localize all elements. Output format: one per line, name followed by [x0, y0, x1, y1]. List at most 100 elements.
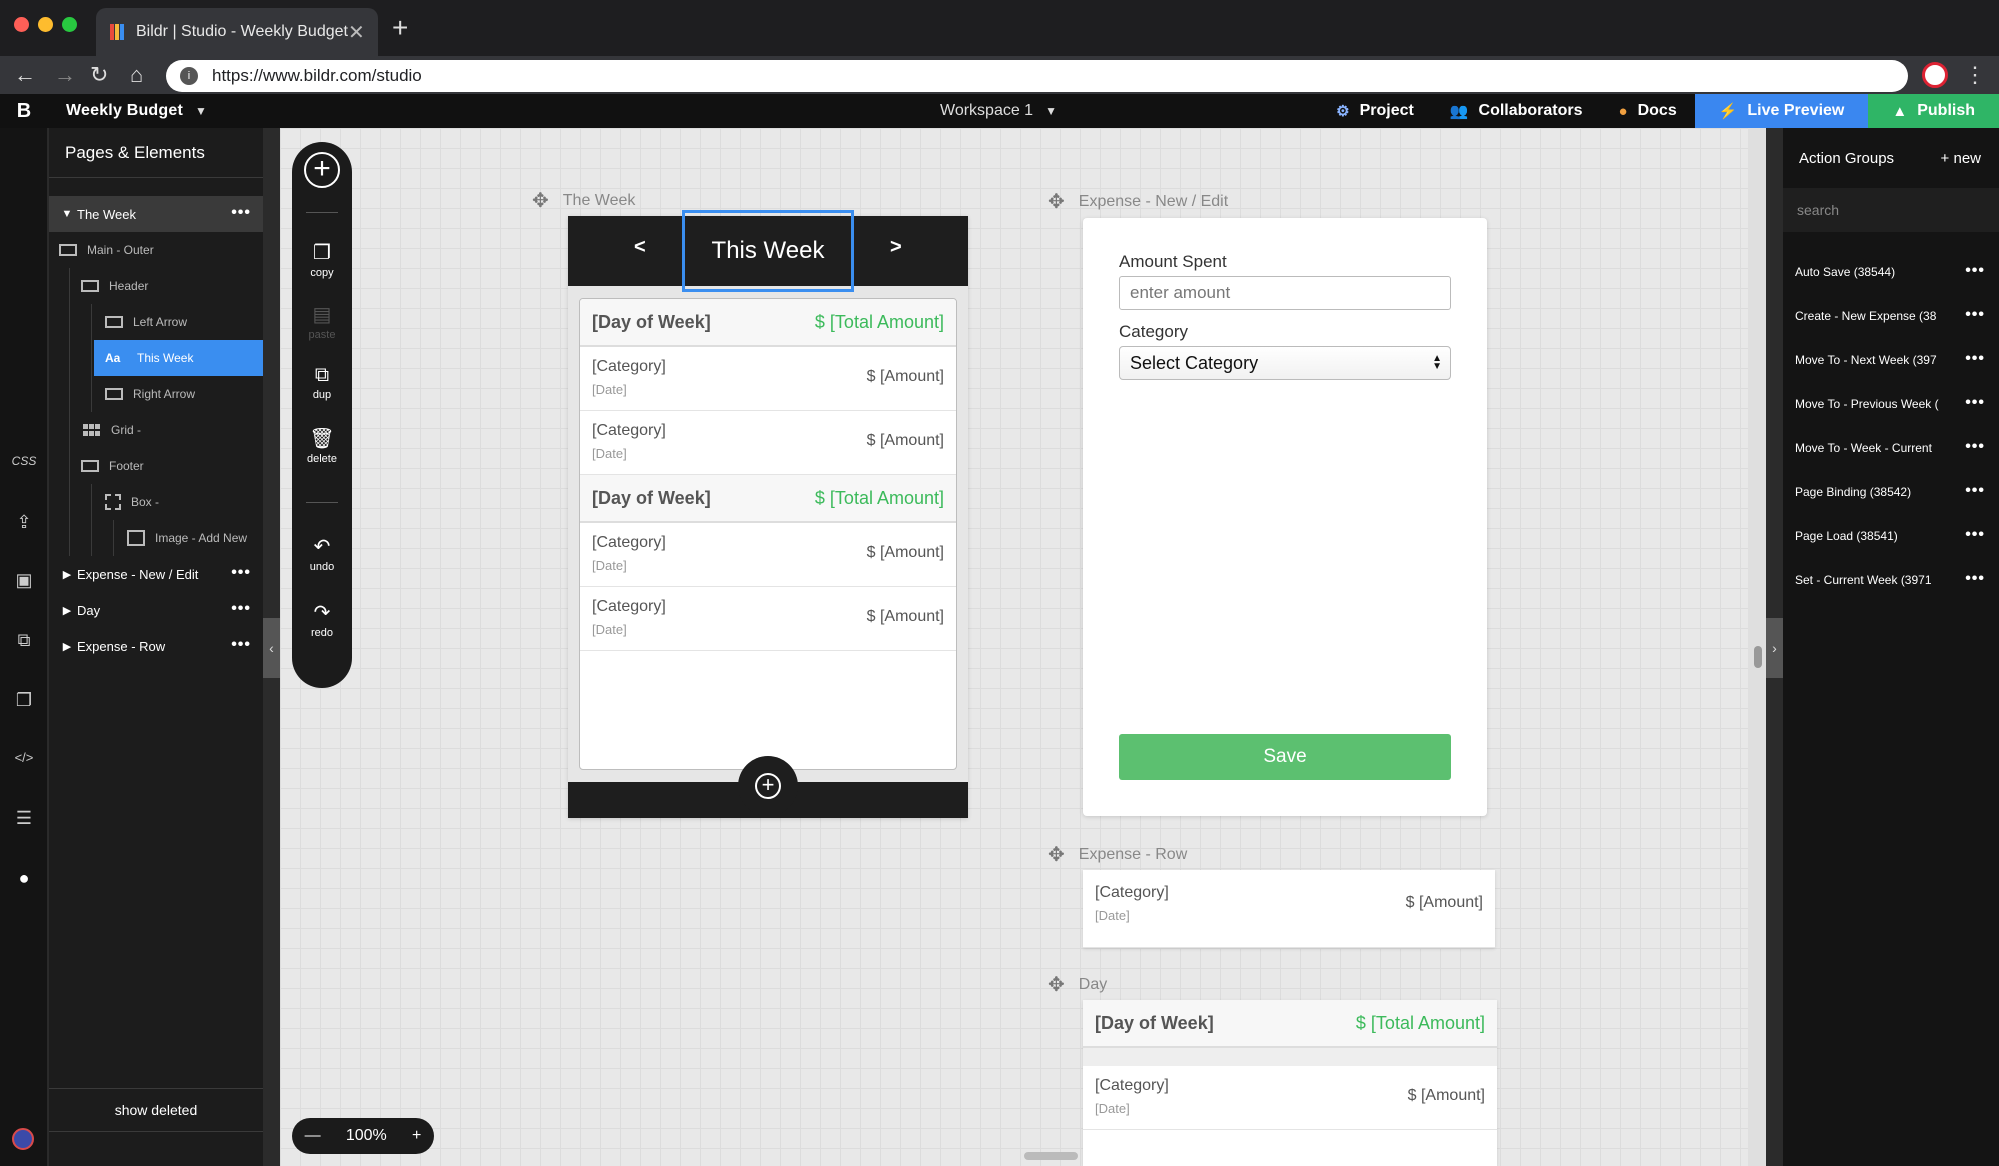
move-icon[interactable]: ✥ [1048, 189, 1065, 214]
database-icon[interactable]: ☰ [0, 808, 48, 829]
expense-row[interactable]: [Category] [Date] $ [Amount] [580, 411, 956, 475]
collapse-left-panel-button[interactable]: ‹ [263, 618, 280, 678]
day-row[interactable]: [Day of Week] $ [Total Amount] [580, 299, 956, 347]
url-text[interactable]: https://www.bildr.com/studio [212, 66, 422, 86]
frame-label-the-week[interactable]: ✥ The Week [532, 188, 635, 213]
tree-page-the-week[interactable]: ▼ The Week ••• [49, 196, 263, 232]
tree-page-day[interactable]: ▶ Day ••• [49, 592, 263, 628]
tree-page-expense-new-edit[interactable]: ▶ Expense - New / Edit ••• [49, 556, 263, 592]
address-bar[interactable]: i https://www.bildr.com/studio [166, 60, 1908, 92]
add-element-button[interactable]: + [304, 152, 340, 188]
collapse-right-panel-button[interactable]: › [1766, 618, 1783, 678]
tree-element-box[interactable]: Box - [49, 484, 263, 520]
tree-element-right-arrow[interactable]: Right Arrow [49, 376, 263, 412]
action-group-item[interactable]: Page Load (38541) ••• [1783, 514, 1999, 558]
caret-right-icon[interactable]: ▶ [57, 568, 77, 581]
design-canvas[interactable] [280, 128, 1766, 1166]
expense-row[interactable]: [Category] [Date] $ [Amount] [580, 587, 956, 651]
action-group-item[interactable]: Auto Save (38544) ••• [1783, 250, 1999, 294]
more-options-icon[interactable]: ••• [231, 636, 251, 654]
user-icon[interactable]: ● [0, 868, 48, 889]
browser-menu-icon[interactable]: ⋮ [1964, 60, 1986, 90]
pages-icon[interactable]: ❐ [0, 690, 48, 711]
horizontal-scrollbar[interactable] [1024, 1152, 1078, 1160]
expense-row-frame[interactable]: [Category] [Date] $ [Amount] [1083, 870, 1495, 948]
project-selector[interactable]: Weekly Budget ▼ [66, 94, 207, 128]
workspace-selector[interactable]: Workspace 1 ▼ [940, 94, 1057, 128]
more-options-icon[interactable]: ••• [231, 204, 251, 222]
forward-arrow-icon[interactable]: → [54, 60, 76, 90]
collaborators-button[interactable]: 👥 Collaborators [1432, 94, 1601, 128]
more-options-icon[interactable]: ••• [1965, 350, 1985, 368]
frame-label-day[interactable]: ✥ Day [1048, 972, 1107, 997]
more-options-icon[interactable]: ••• [1965, 570, 1985, 588]
profile-avatar[interactable] [1922, 62, 1948, 88]
publish-button[interactable]: ▲ Publish [1868, 94, 1999, 128]
the-week-frame[interactable]: < This Week > [Day of Week] $ [Total Amo… [568, 210, 968, 818]
tab-close-icon[interactable]: ✕ [348, 20, 365, 45]
live-preview-button[interactable]: ⚡ Live Preview [1694, 94, 1869, 128]
upload-icon[interactable]: ⇪ [0, 512, 48, 533]
more-options-icon[interactable]: ••• [231, 564, 251, 582]
more-options-icon[interactable]: ••• [1965, 526, 1985, 544]
category-select[interactable]: Select Category ▲ ▼ [1119, 346, 1451, 380]
zoom-out-button[interactable]: — [305, 1127, 321, 1145]
tree-page-expense-row[interactable]: ▶ Expense - Row ••• [49, 628, 263, 664]
caret-right-icon[interactable]: ▶ [57, 604, 77, 617]
day-frame[interactable]: [Day of Week] $ [Total Amount] [Category… [1083, 1000, 1497, 1166]
expense-row[interactable]: [Category] [Date] $ [Amount] [580, 523, 956, 587]
project-button[interactable]: ⚙ Project [1318, 94, 1432, 128]
more-options-icon[interactable]: ••• [1965, 394, 1985, 412]
bildr-logo[interactable]: B [0, 94, 48, 128]
action-groups-search[interactable]: search [1783, 188, 1999, 232]
more-options-icon[interactable]: ••• [1965, 262, 1985, 280]
paste-button[interactable]: ▤ paste [292, 302, 352, 341]
window-close-button[interactable] [14, 17, 29, 32]
window-maximize-button[interactable] [62, 17, 77, 32]
delete-button[interactable]: 🗑 delete [292, 426, 352, 465]
action-group-item[interactable]: Move To - Previous Week (••• [1783, 382, 1999, 426]
show-deleted-button[interactable]: show deleted [49, 1088, 263, 1132]
more-options-icon[interactable]: ••• [1965, 306, 1985, 324]
tree-element-main-outer[interactable]: Main - Outer [49, 232, 263, 268]
expense-new-edit-frame[interactable]: Amount Spent Category Select Category ▲▼… [1083, 218, 1487, 816]
action-group-item[interactable]: Move To - Week - Current ••• [1783, 426, 1999, 470]
add-expense-button[interactable]: + [738, 756, 798, 816]
new-tab-button[interactable]: + [392, 12, 408, 44]
left-arrow-button[interactable]: < [634, 236, 646, 259]
duplicate-button[interactable]: ⧉ dup [292, 364, 352, 401]
week-grid[interactable]: [Day of Week] $ [Total Amount] [Category… [579, 298, 957, 770]
week-header[interactable]: < This Week > [568, 210, 968, 292]
window-minimize-button[interactable] [38, 17, 53, 32]
docs-button[interactable]: ● Docs [1601, 94, 1695, 128]
save-button[interactable]: Save [1119, 734, 1451, 780]
move-icon[interactable]: ✥ [532, 188, 549, 213]
back-arrow-icon[interactable]: ← [14, 60, 36, 90]
package-icon[interactable]: ▣ [0, 570, 48, 591]
components-icon[interactable]: ⧉ [0, 630, 48, 651]
css-icon[interactable]: CSS [0, 454, 48, 468]
redo-button[interactable]: ↷ redo [292, 600, 352, 639]
user-avatar[interactable] [12, 1128, 34, 1150]
undo-button[interactable]: ↶ undo [292, 534, 352, 573]
more-options-icon[interactable]: ••• [231, 600, 251, 618]
tree-element-header[interactable]: Header [49, 268, 263, 304]
tree-element-image-add-new[interactable]: Image - Add New [49, 520, 263, 556]
tree-element-grid[interactable]: Grid - [49, 412, 263, 448]
expense-row[interactable]: [Category] [Date] $ [Amount] [580, 347, 956, 411]
action-group-item[interactable]: Page Binding (38542) ••• [1783, 470, 1999, 514]
amount-input[interactable] [1119, 276, 1451, 310]
tree-element-footer[interactable]: Footer [49, 448, 263, 484]
frame-label-expense-row[interactable]: ✥ Expense - Row [1048, 842, 1187, 867]
day-row[interactable]: [Day of Week] $ [Total Amount] [1083, 1000, 1497, 1048]
move-icon[interactable]: ✥ [1048, 972, 1065, 997]
expense-row[interactable]: [Category] [Date] $ [Amount] [1083, 1066, 1497, 1130]
frame-label-expense-new-edit[interactable]: ✥ Expense - New / Edit [1048, 189, 1228, 214]
home-icon[interactable]: ⌂ [130, 60, 143, 90]
action-group-item[interactable]: Move To - Next Week (397 ••• [1783, 338, 1999, 382]
more-options-icon[interactable]: ••• [1965, 438, 1985, 456]
tree-element-this-week[interactable]: Aa This Week [94, 340, 263, 376]
zoom-in-button[interactable]: + [412, 1127, 421, 1145]
new-action-group-button[interactable]: + new [1941, 150, 1981, 167]
site-info-icon[interactable]: i [180, 67, 198, 85]
